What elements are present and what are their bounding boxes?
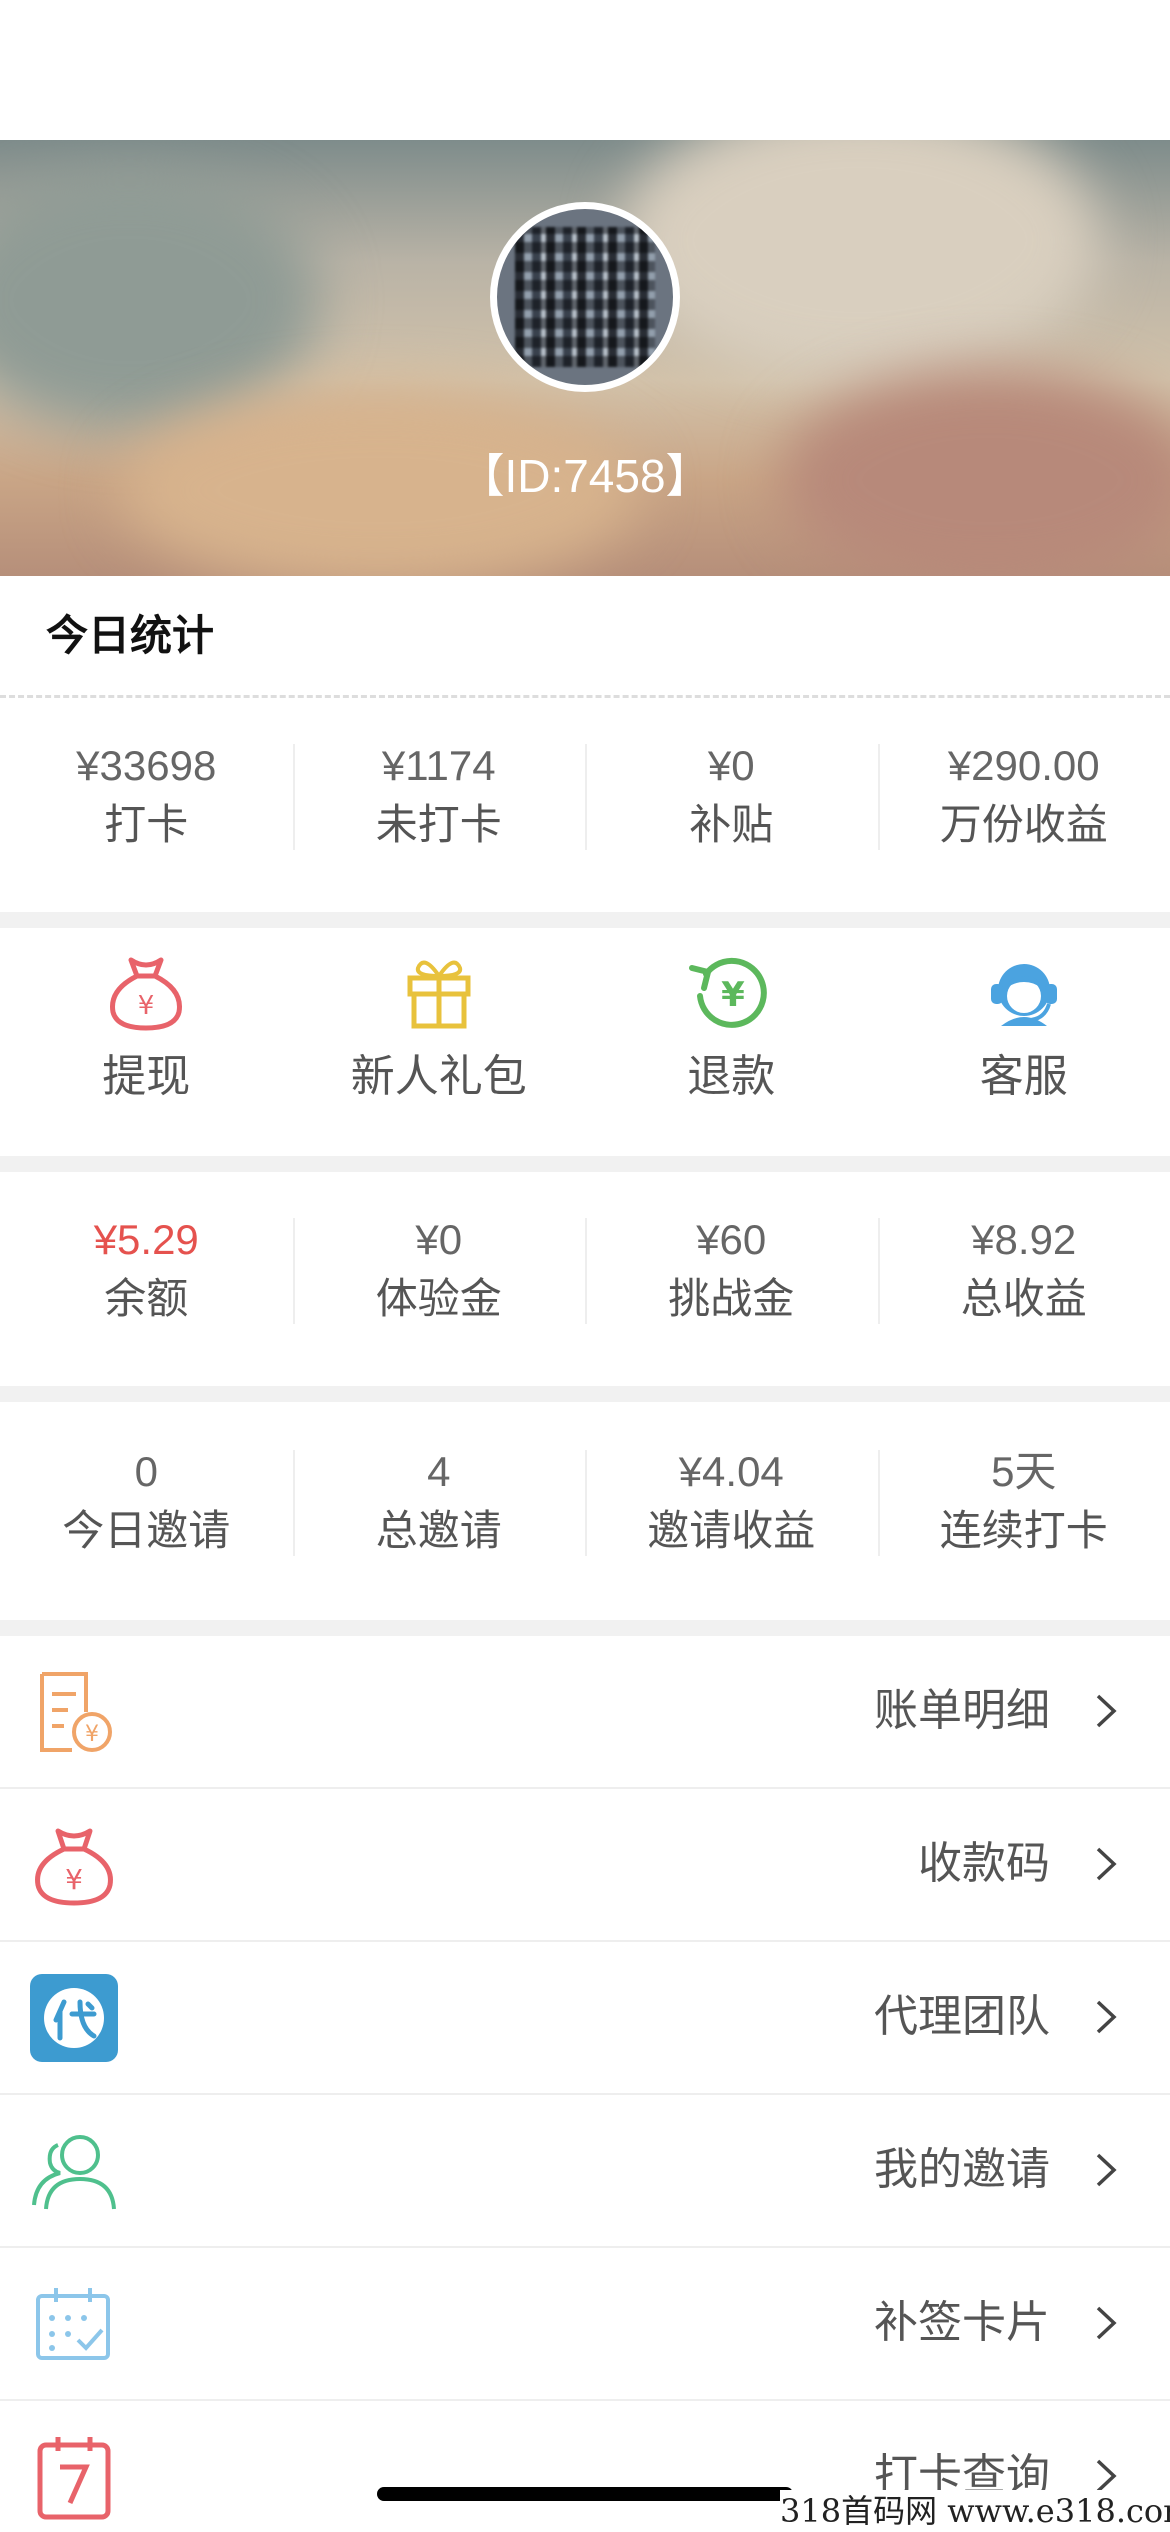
invite-total: 4 总邀请	[292, 1444, 586, 1562]
chevron-right-icon	[1096, 1847, 1117, 1881]
balance-label: 余额	[104, 1274, 189, 1323]
quick-actions: ¥ 提现 新人礼包 ¥ 退款 客服	[0, 946, 1170, 1112]
bill-icon: ¥	[40, 1672, 112, 1752]
stat-value: ¥290.00	[947, 742, 1100, 789]
menu-item-makeup-card[interactable]: 补签卡片	[0, 2248, 1170, 2401]
today-stats-row: ¥33698 打卡 ¥1174 未打卡 ¥0 补贴 ¥290.00 万份收益	[0, 738, 1170, 856]
gift-icon	[407, 960, 471, 1029]
watermark: 318首码网 www.e318.com	[780, 2490, 1170, 2532]
invite-value: ¥4.04	[678, 1448, 784, 1495]
stat-value: ¥0	[707, 742, 755, 789]
section-gap	[0, 912, 1170, 928]
chevron-right-icon	[1096, 1694, 1117, 1728]
menu-list: ¥ 账单明细 ¥ 收款码 代理团队 我的邀请 补签卡片 打卡查询	[0, 1636, 1170, 2532]
section-gap	[0, 1156, 1170, 1172]
status-bar	[0, 0, 1170, 140]
users-icon	[32, 2135, 116, 2210]
quick-action-label: 提现	[102, 1051, 191, 1102]
invite-value: 4	[427, 1448, 451, 1495]
money-bag-icon: ¥	[35, 1828, 113, 1906]
invite-value: 0	[134, 1448, 158, 1495]
stat-value: ¥1174	[381, 742, 496, 789]
today-stats-title: 今日统计	[46, 611, 215, 660]
balance-row: ¥5.29 余额 ¥0 体验金 ¥60 挑战金 ¥8.92 总收益	[0, 1212, 1170, 1330]
invite-label: 连续打卡	[939, 1506, 1108, 1555]
refund-icon: ¥	[689, 957, 768, 1028]
hero-background-blur	[0, 170, 320, 430]
menu-item-bill-details[interactable]: ¥ 账单明细	[0, 1636, 1170, 1789]
home-indicator[interactable]	[377, 2487, 793, 2501]
quick-action-label: 退款	[687, 1051, 776, 1102]
avatar-qr-image	[515, 227, 655, 367]
menu-item-agent-team[interactable]: 代理团队	[0, 1942, 1170, 2095]
balance-trial-fund[interactable]: ¥0 体验金	[292, 1212, 586, 1330]
svg-text:¥: ¥	[721, 975, 745, 1015]
chevron-right-icon	[1096, 2459, 1117, 2493]
balance-value: ¥60	[696, 1216, 767, 1263]
stat-label: 补贴	[689, 800, 774, 849]
money-bag-icon: ¥	[110, 957, 183, 1031]
stat-per-10k-income: ¥290.00 万份收益	[877, 738, 1170, 856]
balance-label: 挑战金	[668, 1274, 795, 1323]
calendar-7-icon	[37, 2437, 111, 2520]
balance-remaining[interactable]: ¥5.29 余额	[0, 1212, 293, 1330]
customer-service-icon	[990, 964, 1057, 1026]
stat-subsidy: ¥0 补贴	[585, 738, 878, 856]
section-gap	[0, 1620, 1170, 1636]
dashed-divider	[0, 695, 1170, 698]
invite-value: 5天	[991, 1448, 1057, 1495]
invite-label: 今日邀请	[62, 1506, 231, 1555]
svg-text:¥: ¥	[138, 991, 155, 1021]
balance-value: ¥5.29	[93, 1216, 199, 1263]
section-gap	[0, 1386, 1170, 1402]
stat-label: 未打卡	[375, 800, 502, 849]
balance-value: ¥0	[415, 1216, 463, 1263]
avatar[interactable]	[490, 202, 680, 392]
stat-not-checkin: ¥1174 未打卡	[292, 738, 586, 856]
quick-action-label: 客服	[979, 1051, 1068, 1102]
agent-icon	[30, 1974, 118, 2062]
profile-header: 【ID:7458】	[0, 140, 1170, 576]
quick-action-withdraw[interactable]: ¥ 提现	[0, 946, 293, 1112]
quick-action-refund[interactable]: ¥ 退款	[585, 946, 878, 1112]
menu-item-label: 收款码	[918, 1838, 1050, 1889]
menu-item-label: 账单明细	[874, 1685, 1050, 1736]
svg-text:¥: ¥	[85, 1722, 99, 1747]
chevron-right-icon	[1096, 2153, 1117, 2187]
stat-label: 打卡	[104, 800, 189, 849]
consecutive-checkin: 5天 连续打卡	[877, 1444, 1170, 1562]
quick-action-gift[interactable]: 新人礼包	[293, 946, 586, 1112]
calendar-check-icon	[36, 2288, 110, 2360]
balance-total-income[interactable]: ¥8.92 总收益	[877, 1212, 1170, 1330]
stat-value: ¥33698	[76, 742, 217, 789]
balance-label: 体验金	[375, 1274, 502, 1323]
svg-text:¥: ¥	[65, 1863, 83, 1896]
invite-today: 0 今日邀请	[0, 1444, 293, 1562]
user-id: 【ID:7458】	[458, 450, 712, 502]
balance-value: ¥8.92	[971, 1216, 1077, 1263]
invite-label: 邀请收益	[647, 1506, 816, 1555]
menu-item-label: 代理团队	[874, 1991, 1050, 2042]
chevron-right-icon	[1096, 2000, 1117, 2034]
quick-action-customer-service[interactable]: 客服	[878, 946, 1170, 1112]
invite-stats-row: 0 今日邀请 4 总邀请 ¥4.04 邀请收益 5天 连续打卡	[0, 1444, 1170, 1562]
hero-background-blur	[620, 140, 1100, 380]
menu-item-label: 我的邀请	[874, 2144, 1050, 2195]
balance-label: 总收益	[960, 1274, 1087, 1323]
menu-item-my-invites[interactable]: 我的邀请	[0, 2095, 1170, 2248]
invite-label: 总邀请	[375, 1506, 502, 1555]
balance-challenge-fund[interactable]: ¥60 挑战金	[585, 1212, 878, 1330]
quick-action-label: 新人礼包	[350, 1051, 527, 1102]
stat-label: 万份收益	[939, 800, 1108, 849]
stat-checkin: ¥33698 打卡	[0, 738, 293, 856]
chevron-right-icon	[1096, 2306, 1117, 2340]
menu-item-payment-code[interactable]: ¥ 收款码	[0, 1789, 1170, 1942]
invite-income: ¥4.04 邀请收益	[585, 1444, 878, 1562]
menu-item-label: 补签卡片	[874, 2297, 1050, 2348]
